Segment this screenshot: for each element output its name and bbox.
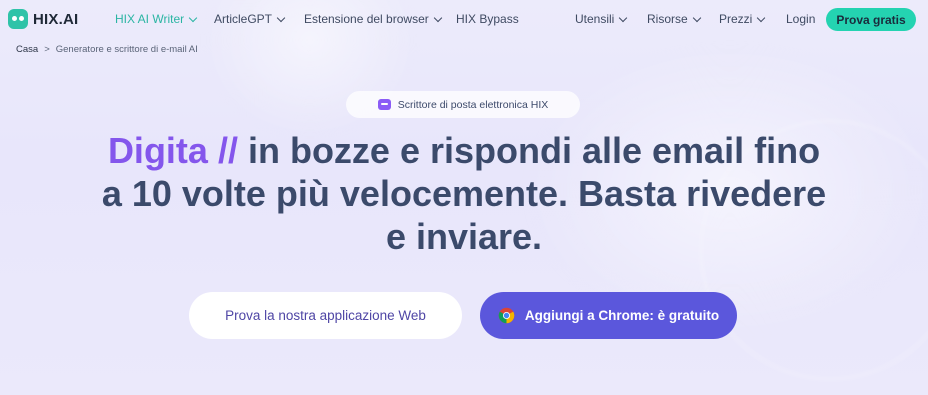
breadcrumb: Casa > Generatore e scrittore di e-mail …: [16, 44, 198, 55]
add-to-chrome-label: Aggiungi a Chrome: è gratuito: [524, 308, 720, 323]
chevron-down-icon: [757, 13, 766, 22]
chevron-down-icon: [692, 13, 701, 22]
breadcrumb-separator: >: [44, 44, 50, 55]
nav-item-label: Estensione del browser: [304, 12, 429, 26]
hero-headline: Digita // in bozze e rispondi alle email…: [100, 129, 828, 258]
nav-item-label: HIX AI Writer: [115, 12, 185, 26]
nav-item-prezzi[interactable]: Prezzi: [719, 12, 766, 26]
chevron-down-icon: [276, 13, 286, 22]
add-to-chrome-button[interactable]: Aggiungi a Chrome: è gratuito: [480, 292, 737, 339]
top-nav: HIX.AI HIX AI Writer ArticleGPT Estensio…: [0, 0, 928, 38]
chevron-down-icon: [619, 13, 628, 22]
badge-label: Scrittore di posta elettronica HIX: [397, 98, 549, 111]
nav-item-label: Utensili: [575, 12, 615, 26]
chrome-icon: [498, 307, 515, 324]
login-link[interactable]: Login: [786, 12, 815, 26]
product-badge: Scrittore di posta elettronica HIX: [346, 91, 580, 118]
try-web-app-button[interactable]: Prova la nostra applicazione Web: [189, 292, 462, 339]
nav-item-label: ArticleGPT: [214, 12, 273, 26]
logo-icon: [8, 9, 28, 29]
login-label: Login: [786, 12, 816, 26]
headline-highlight: Digita //: [107, 130, 238, 171]
nav-item-label: HIX Bypass: [456, 12, 519, 26]
nav-item-hix-bypass[interactable]: HIX Bypass: [456, 12, 519, 26]
try-free-button[interactable]: Prova gratis: [826, 8, 916, 31]
chevron-down-icon: [433, 13, 442, 22]
nav-item-utensili[interactable]: Utensili: [575, 12, 628, 26]
chevron-down-icon: [188, 13, 198, 22]
breadcrumb-home[interactable]: Casa: [16, 44, 38, 55]
nav-item-risorse[interactable]: Risorse: [647, 12, 701, 26]
breadcrumb-current: Generatore e scrittore di e-mail AI: [55, 44, 198, 55]
nav-item-articlegpt[interactable]: ArticleGPT: [214, 12, 286, 26]
brand-name: HIX.AI: [33, 10, 79, 28]
brand-logo[interactable]: HIX.AI: [8, 9, 78, 29]
nav-item-browser-extension[interactable]: Estensione del browser: [304, 12, 442, 26]
nav-item-hix-ai-writer[interactable]: HIX AI Writer: [115, 12, 198, 26]
nav-item-label: Prezzi: [719, 12, 753, 26]
nav-item-label: Risorse: [647, 12, 688, 26]
chat-bubble-icon: [377, 99, 391, 110]
